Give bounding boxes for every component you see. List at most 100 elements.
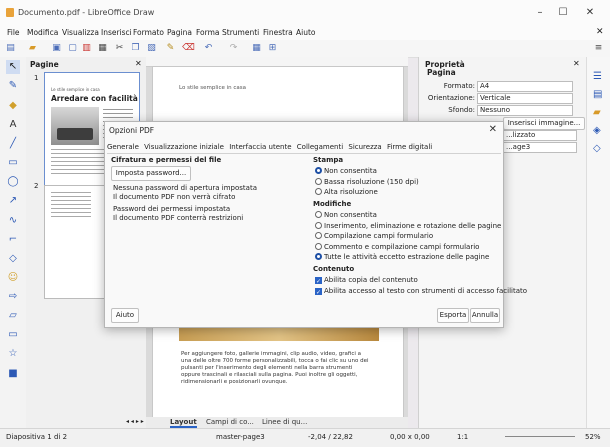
tab-generale[interactable]: Generale bbox=[107, 143, 139, 151]
inserisci-immagine-button[interactable]: Inserisci immagine... bbox=[503, 117, 585, 130]
checkbox-copy[interactable]: ✓ bbox=[315, 277, 322, 285]
tab-campi[interactable]: Campi di co... bbox=[206, 418, 254, 426]
menu-formato[interactable]: Formato bbox=[133, 28, 164, 37]
print-icon[interactable]: ▦ bbox=[96, 42, 109, 55]
tab-sicurezza[interactable]: Sicurezza bbox=[348, 143, 381, 151]
line-color-icon[interactable]: ✎ bbox=[6, 79, 20, 93]
3d-objects-icon[interactable]: ■ bbox=[6, 367, 20, 381]
radio-modify-all[interactable] bbox=[315, 253, 322, 260]
sfondo-select[interactable]: Nessuno bbox=[477, 105, 573, 116]
menu-finestra[interactable]: Finestra bbox=[263, 28, 293, 37]
grid-icon[interactable]: ▦ bbox=[250, 42, 263, 55]
shapes-deck-icon[interactable]: ◇ bbox=[593, 143, 601, 154]
menu-pagina[interactable]: Pagina bbox=[167, 28, 192, 37]
line-icon[interactable]: ╱ bbox=[6, 137, 20, 151]
arrow-line-icon[interactable]: ↗ bbox=[6, 194, 20, 208]
content-option-accessibility[interactable]: ✓ Abilita accesso al testo con strumenti … bbox=[315, 287, 527, 296]
orientazione-label: Orientazione: bbox=[427, 94, 475, 102]
properties-close-icon[interactable]: ✕ bbox=[573, 59, 580, 68]
radio-modify-comments[interactable] bbox=[315, 243, 322, 250]
snap-guides-icon[interactable]: ⊞ bbox=[266, 42, 279, 55]
print-option-high-res[interactable]: Alta risoluzione bbox=[315, 188, 378, 196]
connector-icon[interactable]: ⌐ bbox=[6, 233, 20, 247]
status-zoom[interactable]: 52% bbox=[585, 433, 601, 441]
clear-format-icon[interactable]: ⌫ bbox=[182, 42, 195, 55]
select-arrow-icon[interactable]: ↖ bbox=[6, 60, 20, 74]
close-window-button[interactable]: ✕ bbox=[580, 5, 600, 21]
tab-linee[interactable]: Linee di qu... bbox=[262, 418, 307, 426]
menu-inserisci[interactable]: Inserisci bbox=[101, 28, 132, 37]
basic-shapes-icon[interactable]: ◇ bbox=[6, 252, 20, 266]
export-button[interactable]: Esporta bbox=[437, 308, 469, 323]
tab-interfaccia-utente[interactable]: Interfaccia utente bbox=[229, 143, 291, 151]
modify-option-not-allowed[interactable]: Non consentita bbox=[315, 211, 377, 219]
master-page-select[interactable]: ...age3 bbox=[503, 142, 577, 153]
smiley-shapes-icon[interactable]: ☺ bbox=[6, 271, 20, 285]
tab-visualizzazione-iniziale[interactable]: Visualizzazione iniziale bbox=[144, 143, 224, 151]
menu-file[interactable]: File bbox=[7, 28, 20, 37]
menu-modifica[interactable]: Modifica bbox=[27, 28, 58, 37]
ellipse-icon[interactable]: ◯ bbox=[6, 175, 20, 189]
pages-panel-close-icon[interactable]: ✕ bbox=[135, 59, 142, 68]
open-folder-icon[interactable]: ▰ bbox=[26, 42, 39, 55]
text-box-icon[interactable]: A bbox=[6, 118, 20, 132]
radio-modify-pages[interactable] bbox=[315, 222, 322, 229]
callout-icon[interactable]: ▭ bbox=[6, 328, 20, 342]
tab-firme-digitali[interactable]: Firme digitali bbox=[387, 143, 432, 151]
checkbox-accessibility[interactable]: ✓ bbox=[315, 288, 322, 296]
redo-icon[interactable]: ↷ bbox=[227, 42, 240, 55]
menu-aiuto[interactable]: Aiuto bbox=[296, 28, 316, 37]
modify-option-pages[interactable]: Inserimento, eliminazione e rotazione de… bbox=[315, 222, 501, 230]
pdf-options-dialog: Opzioni PDF ✕ Generale Visualizzazione i… bbox=[104, 121, 527, 328]
rectangle-icon[interactable]: ▭ bbox=[6, 156, 20, 170]
cut-icon[interactable]: ✂ bbox=[113, 42, 126, 55]
maximize-button[interactable]: ☐ bbox=[553, 5, 573, 21]
radio-print-high-res[interactable] bbox=[315, 188, 322, 195]
layout-select[interactable]: ...lizzato bbox=[503, 130, 577, 141]
help-button[interactable]: Aiuto bbox=[111, 308, 139, 323]
paste-icon[interactable]: ▧ bbox=[145, 42, 158, 55]
zoom-slider[interactable] bbox=[505, 436, 575, 437]
undo-icon[interactable]: ↶ bbox=[202, 42, 215, 55]
export-pdf-icon[interactable]: ▥ bbox=[80, 42, 93, 55]
stars-icon[interactable]: ☆ bbox=[6, 347, 20, 361]
radio-print-low-res[interactable] bbox=[315, 178, 322, 185]
menu-visualizza[interactable]: Visualizza bbox=[62, 28, 99, 37]
flowchart-icon[interactable]: ▱ bbox=[6, 309, 20, 323]
modify-option-forms[interactable]: Compilazione campi formulario bbox=[315, 232, 433, 240]
content-option-copy[interactable]: ✓ Abilita copia del contenuto bbox=[315, 276, 418, 285]
radio-modify-forms[interactable] bbox=[315, 232, 322, 239]
print-option-not-allowed[interactable]: Non consentita bbox=[315, 167, 377, 175]
tab-collegamenti[interactable]: Collegamenti bbox=[297, 143, 343, 151]
styles-deck-icon[interactable]: ▤ bbox=[593, 89, 602, 100]
fill-color-icon[interactable]: ◆ bbox=[6, 99, 20, 113]
menu-forma[interactable]: Forma bbox=[196, 28, 220, 37]
tab-layout[interactable]: Layout bbox=[170, 418, 197, 428]
navigator-deck-icon[interactable]: ◈ bbox=[593, 125, 601, 136]
dialog-close-icon[interactable]: ✕ bbox=[489, 124, 497, 135]
print-option-low-res[interactable]: Bassa risoluzione (150 dpi) bbox=[315, 178, 419, 186]
properties-section-pagina[interactable]: Pagina bbox=[427, 68, 456, 77]
modify-option-comments[interactable]: Commento e compilazione campi formulario bbox=[315, 243, 479, 251]
clone-icon[interactable]: ✎ bbox=[164, 42, 177, 55]
close-document-icon[interactable]: ✕ bbox=[596, 27, 604, 37]
sidebar-menu-icon[interactable]: ≡ bbox=[592, 42, 605, 55]
gallery-deck-icon[interactable]: ▰ bbox=[593, 107, 601, 118]
curve-icon[interactable]: ∿ bbox=[6, 214, 20, 228]
export-icon[interactable]: ▢ bbox=[66, 42, 79, 55]
tab-nav-arrows[interactable]: ◂ ◂ ▸ ▸ bbox=[126, 418, 144, 425]
new-document-icon[interactable]: ▤ bbox=[4, 42, 17, 55]
block-arrows-icon[interactable]: ⇨ bbox=[6, 290, 20, 304]
save-icon[interactable]: ▣ bbox=[50, 42, 63, 55]
set-password-button[interactable]: Imposta password... bbox=[111, 166, 191, 181]
modify-option-all-except-extract[interactable]: Tutte le attività eccetto estrazione del… bbox=[315, 253, 489, 261]
cancel-button[interactable]: Annulla bbox=[470, 308, 500, 323]
orientazione-select[interactable]: Verticale bbox=[477, 93, 573, 104]
minimize-button[interactable]: – bbox=[530, 5, 550, 21]
radio-print-not-allowed[interactable] bbox=[315, 167, 322, 174]
copy-icon[interactable]: ❐ bbox=[129, 42, 142, 55]
properties-deck-icon[interactable]: ☰ bbox=[593, 71, 602, 82]
formato-select[interactable]: A4 bbox=[477, 81, 573, 92]
radio-modify-not-allowed[interactable] bbox=[315, 211, 322, 218]
menu-strumenti[interactable]: Strumenti bbox=[222, 28, 259, 37]
